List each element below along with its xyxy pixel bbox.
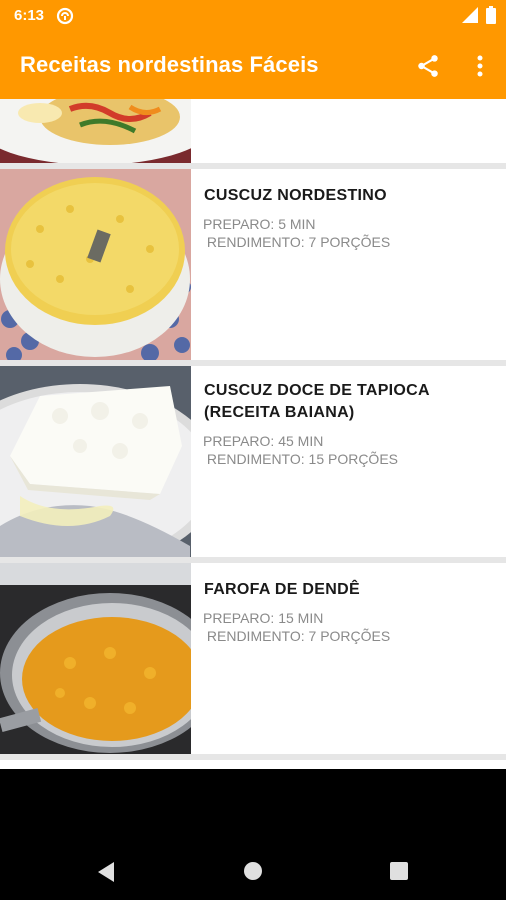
recipe-yield: RENDIMENTO: 7 PORÇÕES xyxy=(203,234,391,250)
recipe-title: CUSCUZ DOCE DE TAPIOCA xyxy=(204,382,430,399)
share-icon xyxy=(418,55,438,77)
status-bar: 6:13 xyxy=(0,0,506,32)
home-circle-icon[interactable] xyxy=(243,861,263,881)
status-time: 6:13 xyxy=(14,7,45,24)
overflow-menu-button[interactable] xyxy=(466,48,494,84)
recipe-card[interactable]: FAROFA DE DENDÊ PREPARO: 15 MIN RENDIMEN… xyxy=(0,563,506,754)
signal-icon xyxy=(462,7,478,23)
recipe-image xyxy=(0,99,191,163)
recipe-card[interactable]: CUSCUZ NORDESTINO PREPARO: 5 MIN RENDIME… xyxy=(0,169,506,360)
recipe-image xyxy=(0,169,191,360)
recipe-card[interactable] xyxy=(0,760,506,769)
more-vert-icon xyxy=(477,55,483,77)
recipe-card[interactable] xyxy=(0,99,506,163)
recipe-title-line2: (RECEITA BAIANA) xyxy=(204,404,355,421)
recipe-list[interactable]: CUSCUZ NORDESTINO PREPARO: 5 MIN RENDIME… xyxy=(0,99,506,769)
navigation-bar xyxy=(0,769,506,900)
recipe-card[interactable]: CUSCUZ DOCE DE TAPIOCA (RECEITA BAIANA) … xyxy=(0,366,506,557)
recipe-image xyxy=(0,563,191,754)
recipe-yield: RENDIMENTO: 7 PORÇÕES xyxy=(203,628,391,644)
app-bar: Receitas nordestinas Fáceis xyxy=(0,32,506,99)
recents-square-icon[interactable] xyxy=(390,862,408,880)
share-button[interactable] xyxy=(410,48,446,84)
recipe-title: FAROFA DE DENDÊ xyxy=(204,581,360,598)
recipe-image xyxy=(0,366,191,557)
sync-circle-icon xyxy=(56,7,74,25)
app-title: Receitas nordestinas Fáceis xyxy=(20,52,319,77)
recipe-yield: RENDIMENTO: 15 PORÇÕES xyxy=(203,451,399,467)
recipe-title: CUSCUZ NORDESTINO xyxy=(204,187,387,204)
recipe-prep-time: PREPARO: 5 MIN xyxy=(203,216,316,232)
recipe-prep-time: PREPARO: 45 MIN xyxy=(203,433,324,449)
battery-icon xyxy=(486,6,496,24)
back-triangle-icon[interactable] xyxy=(96,861,116,883)
recipe-prep-time: PREPARO: 15 MIN xyxy=(203,610,324,626)
